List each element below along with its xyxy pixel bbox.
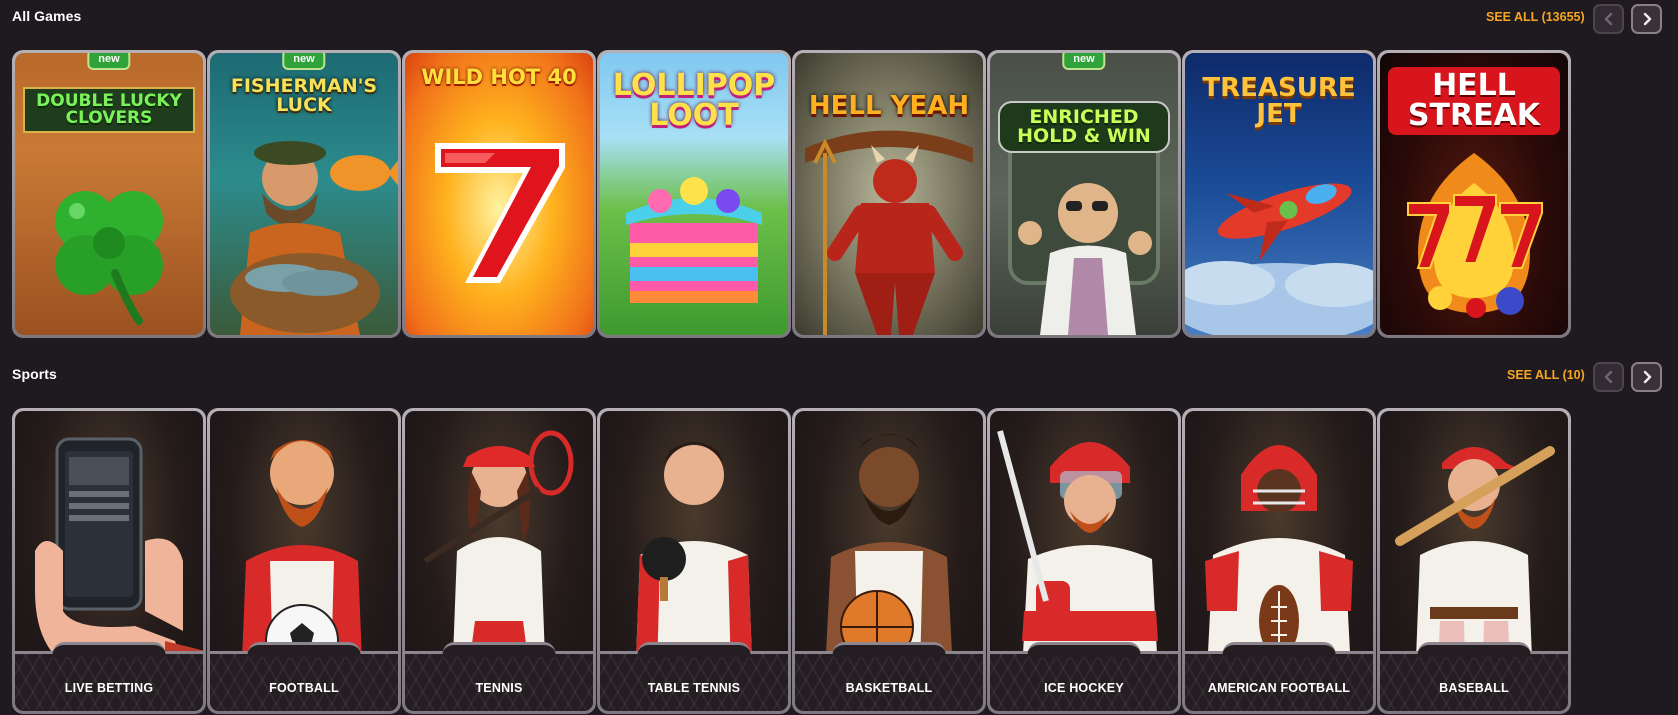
game-card-treasure-jet[interactable]: TREASURE JET	[1182, 50, 1376, 338]
game-title: HELL STREAK	[1388, 67, 1560, 135]
new-badge: new	[1062, 53, 1106, 70]
sports-prev-button[interactable]	[1593, 362, 1624, 392]
game-card-lollipop-loot[interactable]: LOLLIPOP LOOT	[597, 50, 791, 338]
sport-card-baseball[interactable]: BASEBALL	[1377, 408, 1571, 714]
seven-icon	[435, 143, 565, 283]
game-title: DOUBLE LUCKY CLOVERS	[23, 87, 195, 133]
sport-label: BASKETBALL	[845, 681, 933, 695]
game-title: WILD HOT 40	[421, 65, 577, 89]
new-badge: new	[87, 53, 131, 70]
sport-label: TABLE TENNIS	[647, 681, 741, 695]
sport-label: LIVE BETTING	[64, 681, 154, 695]
all-games-see-all-link[interactable]: SEE ALL (13655)	[1486, 10, 1585, 24]
chevron-left-icon	[1604, 370, 1612, 384]
all-games-prev-button[interactable]	[1593, 4, 1624, 34]
sport-label: ICE HOCKEY	[1044, 681, 1124, 695]
sports-title: Sports	[12, 366, 57, 382]
game-card-hell-streak[interactable]: HELL STREAK	[1377, 50, 1571, 338]
sport-label: AMERICAN FOOTBALL	[1207, 681, 1351, 695]
game-title: TREASURE JET	[1202, 73, 1356, 129]
game-card-enriched[interactable]: new ENRICHED HOLD & WIN	[987, 50, 1181, 338]
game-title: ENRICHED HOLD & WIN	[998, 101, 1170, 153]
all-games-title: All Games	[12, 8, 82, 24]
sport-label: FOOTBALL	[269, 681, 339, 695]
sport-card-ice-hockey[interactable]: ICE HOCKEY	[987, 408, 1181, 714]
scientist-icon	[1008, 111, 1160, 335]
sport-label: TENNIS	[475, 681, 523, 695]
sport-label: BASEBALL	[1439, 681, 1509, 695]
game-card-fishermans-luck[interactable]: new FISHERMAN'S LUCK	[207, 50, 401, 338]
sports-header: Sports SEE ALL (10)	[0, 358, 1678, 394]
sports-carousel: LIVE BETTING FOOTBALL TENNIS TABLE TENNI…	[12, 408, 1672, 714]
sport-card-basketball[interactable]: BASKETBALL	[792, 408, 986, 714]
new-badge: new	[282, 53, 326, 70]
game-card-double-lucky-clovers[interactable]: new DOUBLE LUCKY CLOVERS	[12, 50, 206, 338]
all-games-next-button[interactable]	[1631, 4, 1662, 34]
sport-card-football[interactable]: FOOTBALL	[207, 408, 401, 714]
all-games-carousel: new DOUBLE LUCKY CLOVERS new FISHERMAN'S…	[12, 50, 1672, 338]
chevron-right-icon	[1643, 12, 1651, 26]
sport-card-live-betting[interactable]: LIVE BETTING	[12, 408, 206, 714]
all-games-header: All Games SEE ALL (13655)	[0, 0, 1678, 36]
sports-next-button[interactable]	[1631, 362, 1662, 392]
chevron-right-icon	[1643, 370, 1651, 384]
chevron-left-icon	[1604, 12, 1612, 26]
sport-card-american-football[interactable]: AMERICAN FOOTBALL	[1182, 408, 1376, 714]
sport-card-table-tennis[interactable]: TABLE TENNIS	[597, 408, 791, 714]
game-card-wild-hot-40[interactable]: WILD HOT 40	[402, 50, 596, 338]
game-title: HELL YEAH	[808, 91, 970, 121]
sports-see-all-link[interactable]: SEE ALL (10)	[1507, 368, 1585, 382]
sport-card-tennis[interactable]: TENNIS	[402, 408, 596, 714]
game-card-hell-yeah[interactable]: HELL YEAH	[792, 50, 986, 338]
game-title: FISHERMAN'S LUCK	[230, 75, 378, 116]
game-title: LOLLIPOP LOOT	[612, 68, 776, 133]
